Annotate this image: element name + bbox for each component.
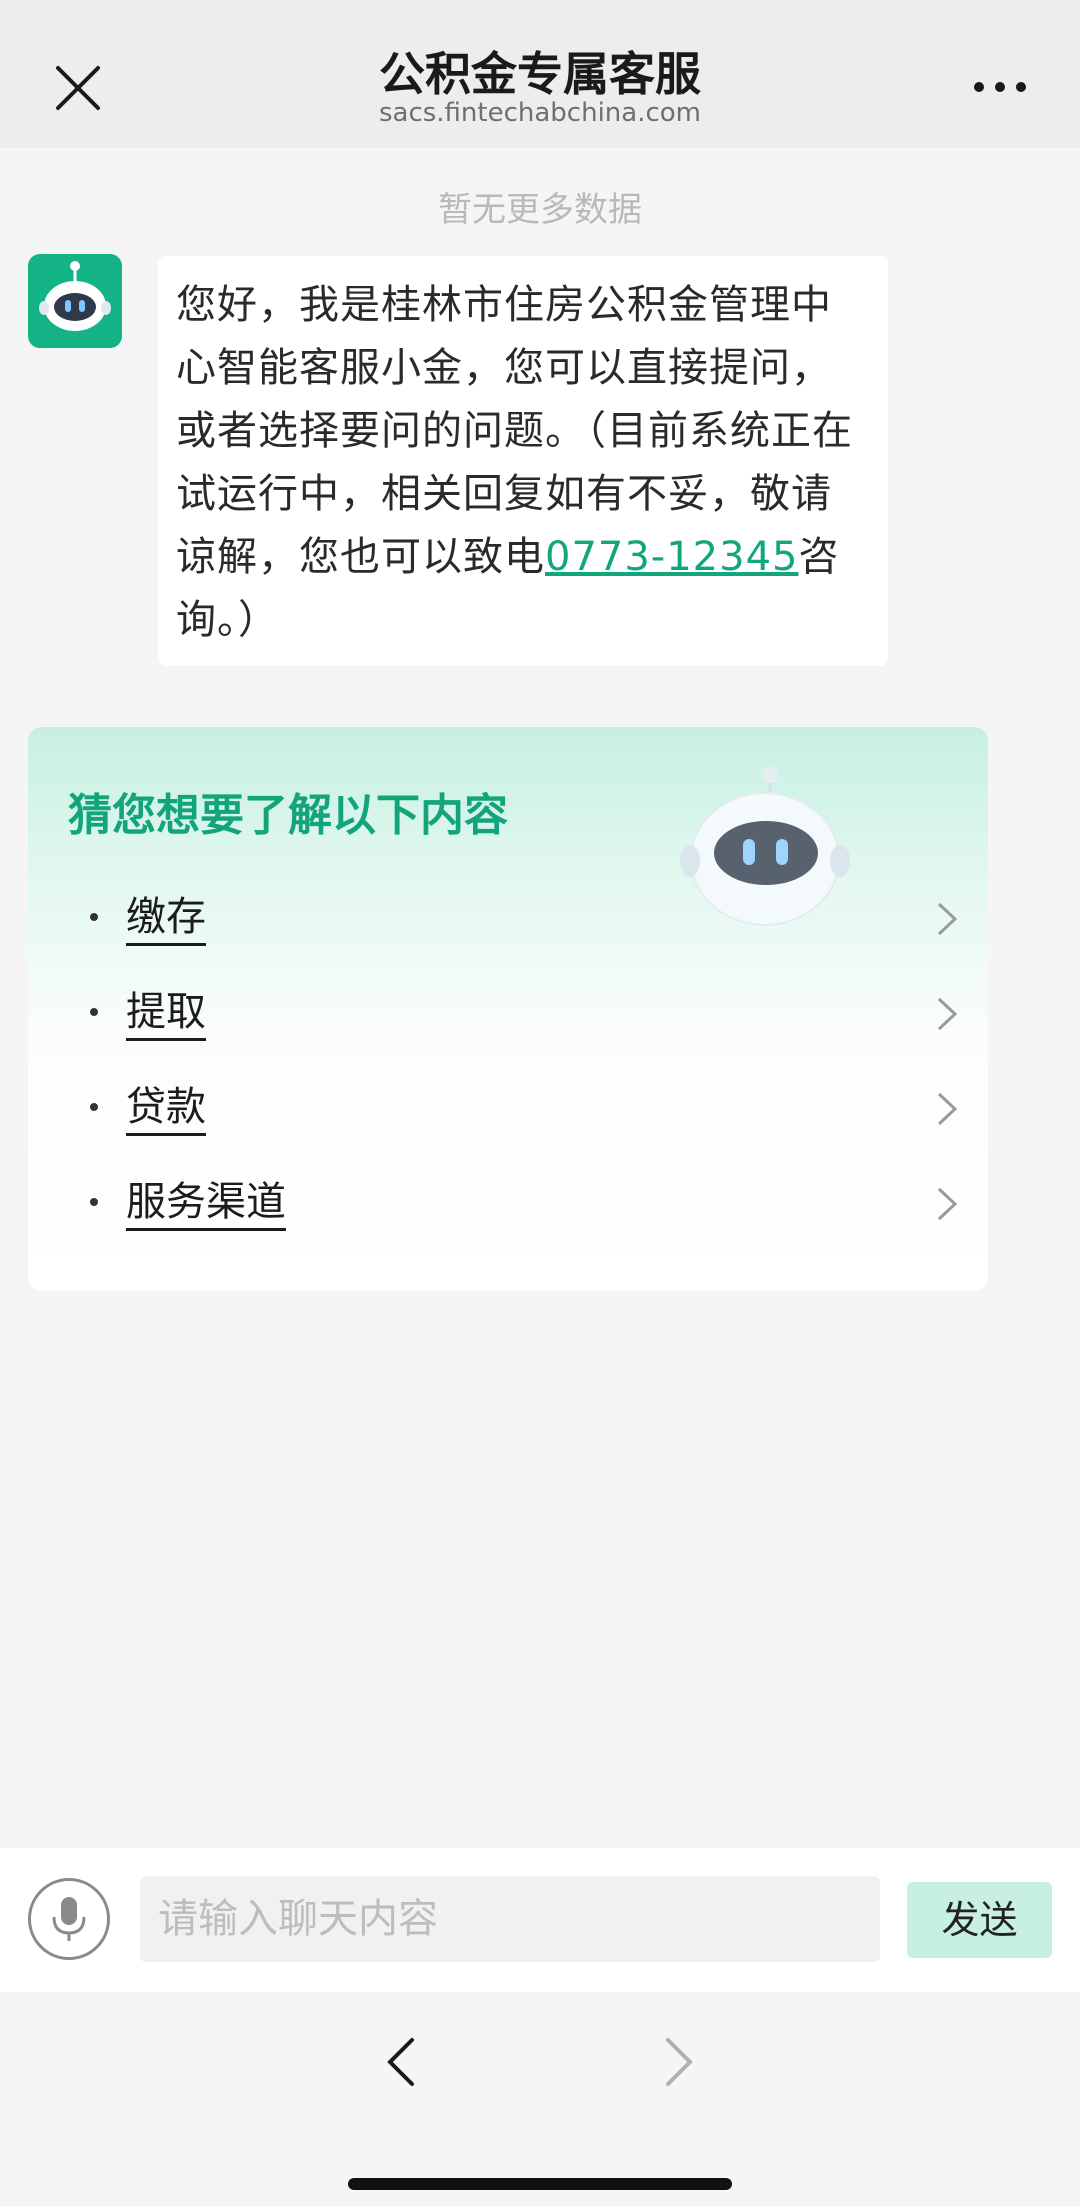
no-more-data-label: 暂无更多数据 [438,190,642,230]
chat-input[interactable] [140,1876,880,1962]
page-title: 公积金专属客服 [379,47,701,101]
page-url: sacs.fintechabchina.com [378,98,702,128]
chevron-right-icon[interactable] [660,2032,700,2092]
chevron-right-icon [937,902,958,936]
top-bar: 公积金专属客服 sacs.fintechabchina.com [0,0,1080,148]
suggestion-item-loan[interactable]: 贷款 [28,1067,988,1147]
suggestion-label[interactable]: 服务渠道 [126,1176,286,1231]
send-button[interactable]: 发送 [907,1882,1052,1958]
chevron-right-icon [937,1092,958,1126]
chevron-right-icon [937,997,958,1031]
microphone-icon[interactable] [28,1878,110,1960]
bot-message-text: 您好，我是桂林市住房公积金管理中心智能客服小金，您可以直接提问，或者选择要问的问… [176,274,868,652]
phone-link[interactable]: 0773-12345 [545,534,798,580]
bullet-dot [90,1008,98,1016]
bot-message-bubble: 您好，我是桂林市住房公积金管理中心智能客服小金，您可以直接提问，或者选择要问的问… [158,256,888,666]
suggestion-item-withdraw[interactable]: 提取 [28,972,988,1052]
suggestion-label[interactable]: 提取 [126,986,206,1041]
bot-avatar [28,254,122,348]
bottom-nav-bar [0,1992,1080,2206]
suggestion-item-deposit[interactable]: 缴存 [28,877,988,957]
robot-icon [39,261,111,331]
chevron-left-icon[interactable] [380,2032,420,2092]
suggestions-title: 猜您想要了解以下内容 [68,790,508,841]
chevron-right-icon [937,1187,958,1221]
chat-input-bar: 发送 [0,1848,1080,1992]
suggestion-label[interactable]: 缴存 [126,891,206,946]
suggestion-label[interactable]: 贷款 [126,1081,206,1136]
suggestions-card: 猜您想要了解以下内容 缴存 提取 贷款 服务渠道 [28,727,988,1291]
bullet-dot [90,1103,98,1111]
more-dots-icon[interactable] [970,70,1030,104]
home-indicator [348,2178,732,2190]
bullet-dot [90,1198,98,1206]
bullet-dot [90,913,98,921]
suggestion-item-service-channels[interactable]: 服务渠道 [28,1162,988,1242]
